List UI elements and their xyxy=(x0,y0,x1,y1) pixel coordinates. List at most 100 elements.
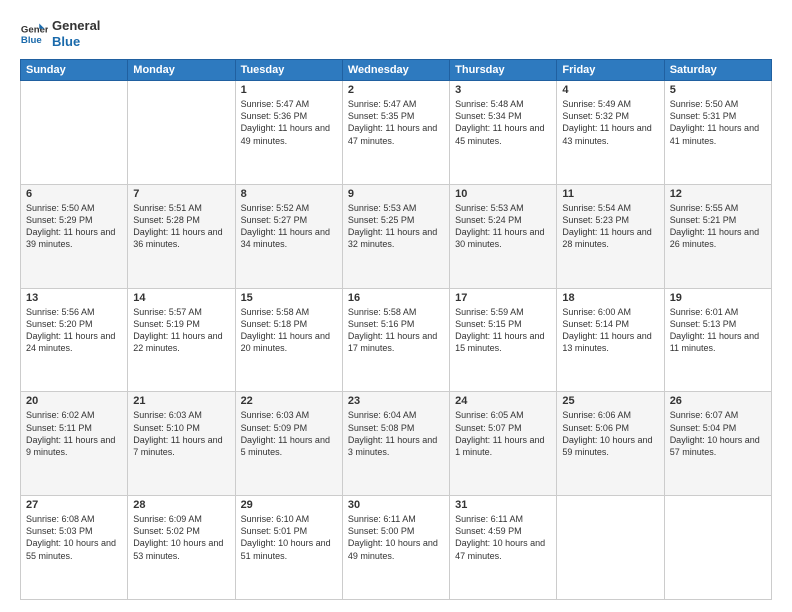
weekday-header-row: SundayMondayTuesdayWednesdayThursdayFrid… xyxy=(21,60,772,81)
calendar-cell xyxy=(664,496,771,600)
day-number: 4 xyxy=(562,84,658,96)
day-number: 25 xyxy=(562,395,658,407)
logo: General Blue General Blue xyxy=(20,18,100,49)
calendar-cell xyxy=(557,496,664,600)
day-number: 31 xyxy=(455,499,551,511)
calendar-cell: 8 Sunrise: 5:52 AMSunset: 5:27 PMDaylight… xyxy=(235,184,342,288)
svg-text:General: General xyxy=(21,24,48,35)
cell-content: Sunrise: 6:00 AMSunset: 5:14 PMDaylight:… xyxy=(562,306,658,355)
calendar-cell: 18 Sunrise: 6:00 AMSunset: 5:14 PMDayligh… xyxy=(557,288,664,392)
calendar-cell: 3 Sunrise: 5:48 AMSunset: 5:34 PMDaylight… xyxy=(450,81,557,185)
calendar-cell: 27Sunrise: 6:08 AMSunset: 5:03 PMDayligh… xyxy=(21,496,128,600)
cell-content: Sunrise: 6:03 AMSunset: 5:10 PMDaylight:… xyxy=(133,409,229,458)
day-number: 2 xyxy=(348,84,444,96)
calendar-cell: 4 Sunrise: 5:49 AMSunset: 5:32 PMDaylight… xyxy=(557,81,664,185)
cell-content: Sunrise: 6:06 AMSunset: 5:06 PMDaylight:… xyxy=(562,409,658,458)
week-row-1: 1Sunrise: 5:47 AMSunset: 5:36 PMDaylight… xyxy=(21,81,772,185)
cell-content: Sunrise: 5:47 AMSunset: 5:35 PMDaylight:… xyxy=(348,98,444,147)
cell-content: Sunrise: 5:48 AMSunset: 5:34 PMDaylight:… xyxy=(455,98,551,147)
cell-content: Sunrise: 5:57 AMSunset: 5:19 PMDaylight:… xyxy=(133,306,229,355)
logo-icon: General Blue xyxy=(20,20,48,48)
cell-content: Sunrise: 5:56 AMSunset: 5:20 PMDaylight:… xyxy=(26,306,122,355)
day-number: 7 xyxy=(133,188,229,200)
calendar-cell: 17 Sunrise: 5:59 AMSunset: 5:15 PMDayligh… xyxy=(450,288,557,392)
cell-content: Sunrise: 5:50 AMSunset: 5:31 PMDaylight:… xyxy=(670,98,766,147)
calendar-cell: 14 Sunrise: 5:57 AMSunset: 5:19 PMDayligh… xyxy=(128,288,235,392)
cell-content: Sunrise: 5:51 AMSunset: 5:28 PMDaylight:… xyxy=(133,202,229,251)
cell-content: Sunrise: 5:59 AMSunset: 5:15 PMDaylight:… xyxy=(455,306,551,355)
calendar-cell: 29 Sunrise: 6:10 AMSunset: 5:01 PMDayligh… xyxy=(235,496,342,600)
day-number: 23 xyxy=(348,395,444,407)
cell-content: Sunrise: 5:50 AMSunset: 5:29 PMDaylight:… xyxy=(26,202,122,251)
day-number: 15 xyxy=(241,292,337,304)
day-number: 13 xyxy=(26,292,122,304)
cell-content: Sunrise: 6:11 AMSunset: 4:59 PMDaylight:… xyxy=(455,513,551,562)
calendar-cell: 30Sunrise: 6:11 AMSunset: 5:00 PMDayligh… xyxy=(342,496,449,600)
week-row-3: 13 Sunrise: 5:56 AMSunset: 5:20 PMDayligh… xyxy=(21,288,772,392)
calendar-cell: 13 Sunrise: 5:56 AMSunset: 5:20 PMDayligh… xyxy=(21,288,128,392)
day-number: 22 xyxy=(241,395,337,407)
calendar-cell: 5 Sunrise: 5:50 AMSunset: 5:31 PMDaylight… xyxy=(664,81,771,185)
day-number: 14 xyxy=(133,292,229,304)
day-number: 26 xyxy=(670,395,766,407)
calendar-cell: 21 Sunrise: 6:03 AMSunset: 5:10 PMDayligh… xyxy=(128,392,235,496)
calendar-cell xyxy=(128,81,235,185)
cell-content: Sunrise: 6:03 AMSunset: 5:09 PMDaylight:… xyxy=(241,409,337,458)
day-number: 19 xyxy=(670,292,766,304)
logo-line2: Blue xyxy=(52,34,100,50)
day-number: 29 xyxy=(241,499,337,511)
day-number: 27 xyxy=(26,499,122,511)
calendar-cell: 11 Sunrise: 5:54 AMSunset: 5:23 PMDayligh… xyxy=(557,184,664,288)
cell-content: Sunrise: 5:53 AMSunset: 5:24 PMDaylight:… xyxy=(455,202,551,251)
day-number: 18 xyxy=(562,292,658,304)
day-number: 1 xyxy=(241,84,337,96)
svg-text:Blue: Blue xyxy=(21,34,42,45)
day-number: 12 xyxy=(670,188,766,200)
day-number: 6 xyxy=(26,188,122,200)
calendar-cell: 20Sunrise: 6:02 AMSunset: 5:11 PMDayligh… xyxy=(21,392,128,496)
day-number: 17 xyxy=(455,292,551,304)
calendar-cell: 10Sunrise: 5:53 AMSunset: 5:24 PMDayligh… xyxy=(450,184,557,288)
day-number: 28 xyxy=(133,499,229,511)
day-number: 8 xyxy=(241,188,337,200)
weekday-header-sunday: Sunday xyxy=(21,60,128,81)
week-row-4: 20Sunrise: 6:02 AMSunset: 5:11 PMDayligh… xyxy=(21,392,772,496)
calendar-cell: 2 Sunrise: 5:47 AMSunset: 5:35 PMDaylight… xyxy=(342,81,449,185)
week-row-2: 6 Sunrise: 5:50 AMSunset: 5:29 PMDaylight… xyxy=(21,184,772,288)
day-number: 20 xyxy=(26,395,122,407)
cell-content: Sunrise: 6:01 AMSunset: 5:13 PMDaylight:… xyxy=(670,306,766,355)
calendar-cell: 28 Sunrise: 6:09 AMSunset: 5:02 PMDayligh… xyxy=(128,496,235,600)
cell-content: Sunrise: 6:07 AMSunset: 5:04 PMDaylight:… xyxy=(670,409,766,458)
day-number: 21 xyxy=(133,395,229,407)
cell-content: Sunrise: 5:53 AMSunset: 5:25 PMDaylight:… xyxy=(348,202,444,251)
calendar-cell: 25 Sunrise: 6:06 AMSunset: 5:06 PMDayligh… xyxy=(557,392,664,496)
calendar-cell: 31 Sunrise: 6:11 AMSunset: 4:59 PMDayligh… xyxy=(450,496,557,600)
calendar-cell xyxy=(21,81,128,185)
calendar-cell: 9Sunrise: 5:53 AMSunset: 5:25 PMDaylight… xyxy=(342,184,449,288)
week-row-5: 27Sunrise: 6:08 AMSunset: 5:03 PMDayligh… xyxy=(21,496,772,600)
cell-content: Sunrise: 6:04 AMSunset: 5:08 PMDaylight:… xyxy=(348,409,444,458)
cell-content: Sunrise: 5:55 AMSunset: 5:21 PMDaylight:… xyxy=(670,202,766,251)
cell-content: Sunrise: 5:54 AMSunset: 5:23 PMDaylight:… xyxy=(562,202,658,251)
cell-content: Sunrise: 6:05 AMSunset: 5:07 PMDaylight:… xyxy=(455,409,551,458)
day-number: 3 xyxy=(455,84,551,96)
calendar-cell: 16Sunrise: 5:58 AMSunset: 5:16 PMDayligh… xyxy=(342,288,449,392)
cell-content: Sunrise: 5:52 AMSunset: 5:27 PMDaylight:… xyxy=(241,202,337,251)
calendar-cell: 6 Sunrise: 5:50 AMSunset: 5:29 PMDaylight… xyxy=(21,184,128,288)
day-number: 24 xyxy=(455,395,551,407)
cell-content: Sunrise: 5:49 AMSunset: 5:32 PMDaylight:… xyxy=(562,98,658,147)
weekday-header-tuesday: Tuesday xyxy=(235,60,342,81)
day-number: 11 xyxy=(562,188,658,200)
cell-content: Sunrise: 6:10 AMSunset: 5:01 PMDaylight:… xyxy=(241,513,337,562)
weekday-header-monday: Monday xyxy=(128,60,235,81)
weekday-header-friday: Friday xyxy=(557,60,664,81)
cell-content: Sunrise: 5:58 AMSunset: 5:16 PMDaylight:… xyxy=(348,306,444,355)
calendar-cell: 23 Sunrise: 6:04 AMSunset: 5:08 PMDayligh… xyxy=(342,392,449,496)
cell-content: Sunrise: 5:58 AMSunset: 5:18 PMDaylight:… xyxy=(241,306,337,355)
calendar-table: SundayMondayTuesdayWednesdayThursdayFrid… xyxy=(20,59,772,600)
weekday-header-thursday: Thursday xyxy=(450,60,557,81)
calendar-cell: 26 Sunrise: 6:07 AMSunset: 5:04 PMDayligh… xyxy=(664,392,771,496)
day-number: 5 xyxy=(670,84,766,96)
cell-content: Sunrise: 6:09 AMSunset: 5:02 PMDaylight:… xyxy=(133,513,229,562)
calendar-cell: 24 Sunrise: 6:05 AMSunset: 5:07 PMDayligh… xyxy=(450,392,557,496)
